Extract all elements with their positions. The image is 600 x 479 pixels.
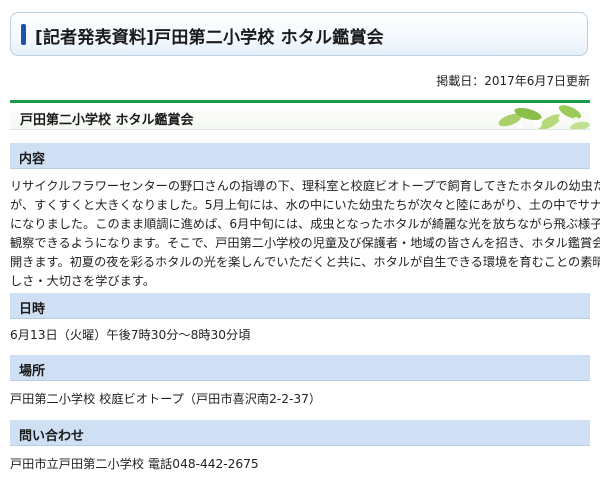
section-header-nichiji: 日時 [10, 293, 590, 319]
section-heading: 日時 [19, 302, 46, 317]
section-header-naiyou: 内容 [10, 143, 590, 169]
section-heading: 内容 [19, 152, 46, 167]
naiyou-body: リサイクルフラワーセンターの野口さんの指導の下、理科室と校庭ビオトープで飼育して… [10, 177, 600, 291]
body-line: リサイクルフラワーセンターの野口さんの指導の下、理科室と校庭ビオトープで飼育して… [10, 179, 600, 193]
article-title: 戸田第二小学校 ホタル鑑賞会 [20, 113, 194, 128]
page-title-box: [記者発表資料]戸田第二小学校 ホタル鑑賞会 [10, 12, 588, 56]
section-header-basho: 場所 [10, 355, 590, 381]
leaves-decoration-icon [498, 105, 590, 129]
toiawase-text: 戸田市立戸田第二小学校 電話048-442-2675 [10, 457, 259, 471]
article-title-bar: 戸田第二小学校 ホタル鑑賞会 [10, 100, 590, 130]
posted-date: 掲載日：2017年6月7日更新 [436, 74, 590, 88]
basho-text: 戸田第二小学校 校庭ビオトープ（戸田市喜沢南2-2-37） [10, 392, 322, 406]
nichiji-text: 6月13日（火曜）午後7時30分～8時30分頃 [10, 328, 251, 342]
body-line: が、すくすくと大きくなりました。5月上旬には、水の中にいた幼虫たちが次々と陸にあ… [10, 198, 600, 212]
body-line: しさ・大切さを学びます。 [10, 274, 156, 288]
title-accent-bar [21, 24, 26, 45]
section-heading: 場所 [19, 364, 46, 379]
body-line: 開きます。初夏の夜を彩るホタルの光を楽しんでいただくと共に、ホタルが自生できる環… [10, 255, 600, 269]
page-title: [記者発表資料]戸田第二小学校 ホタル鑑賞会 [35, 28, 384, 48]
body-line: になりました。このまま順調に進めば、6月中旬には、成虫となったホタルが綺麗な光を… [10, 217, 600, 231]
section-header-toiawase: 問い合わせ [10, 420, 590, 446]
section-heading: 問い合わせ [19, 429, 85, 444]
body-line: 観察できるようになります。そこで、戸田第二小学校の児童及び保護者・地域の皆さんを… [10, 236, 600, 250]
